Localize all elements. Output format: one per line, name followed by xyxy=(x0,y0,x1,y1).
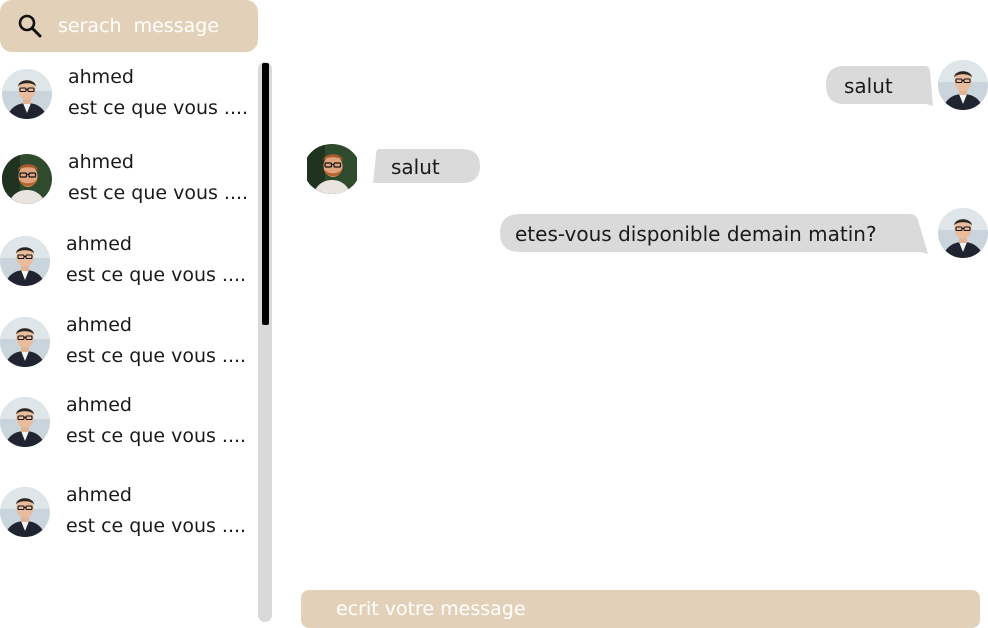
scrollbar-thumb[interactable] xyxy=(262,63,269,325)
search-input[interactable] xyxy=(58,15,248,37)
message-text: salut xyxy=(844,74,893,98)
avatar xyxy=(938,208,988,258)
search-icon[interactable] xyxy=(16,12,44,40)
received-message: salut xyxy=(373,149,480,185)
conversation-item[interactable]: ahmed est ce que vous .... xyxy=(0,480,256,544)
conversation-item[interactable]: ahmed est ce que vous .... xyxy=(0,147,256,211)
avatar xyxy=(0,236,50,286)
conversation-list: ahmed est ce que vous .... ahmed est ce … xyxy=(0,62,256,622)
message-preview: est ce que vous .... xyxy=(68,97,249,119)
message-preview: est ce que vous .... xyxy=(68,182,249,204)
sent-message: salut xyxy=(826,66,934,106)
sent-message: etes-vous disponible demain matin? xyxy=(500,214,928,254)
conversation-item[interactable]: ahmed est ce que vous .... xyxy=(0,390,256,454)
contact-name: ahmed xyxy=(66,314,132,336)
contact-name: ahmed xyxy=(68,66,134,88)
conversation-item[interactable]: ahmed est ce que vous .... xyxy=(0,229,256,293)
message-text: etes-vous disponible demain matin? xyxy=(515,222,877,246)
contact-name: ahmed xyxy=(66,394,132,416)
message-preview: est ce que vous .... xyxy=(66,345,247,367)
conversation-item[interactable]: ahmed est ce que vous .... xyxy=(0,62,256,126)
avatar xyxy=(0,317,50,367)
search-bar[interactable] xyxy=(0,0,258,52)
avatar xyxy=(2,69,52,119)
avatar xyxy=(304,144,360,194)
message-preview: est ce que vous .... xyxy=(66,515,247,537)
avatar xyxy=(0,397,50,447)
message-composer[interactable] xyxy=(301,590,980,628)
contact-name: ahmed xyxy=(68,151,134,173)
message-preview: est ce que vous .... xyxy=(66,425,247,447)
avatar xyxy=(2,154,52,204)
avatar xyxy=(938,60,988,110)
avatar xyxy=(0,487,50,537)
contact-name: ahmed xyxy=(66,233,132,255)
contact-name: ahmed xyxy=(66,484,132,506)
message-text: salut xyxy=(391,155,440,179)
message-input[interactable] xyxy=(336,598,936,620)
conversation-item[interactable]: ahmed est ce que vous .... xyxy=(0,310,256,374)
message-preview: est ce que vous .... xyxy=(66,264,247,286)
